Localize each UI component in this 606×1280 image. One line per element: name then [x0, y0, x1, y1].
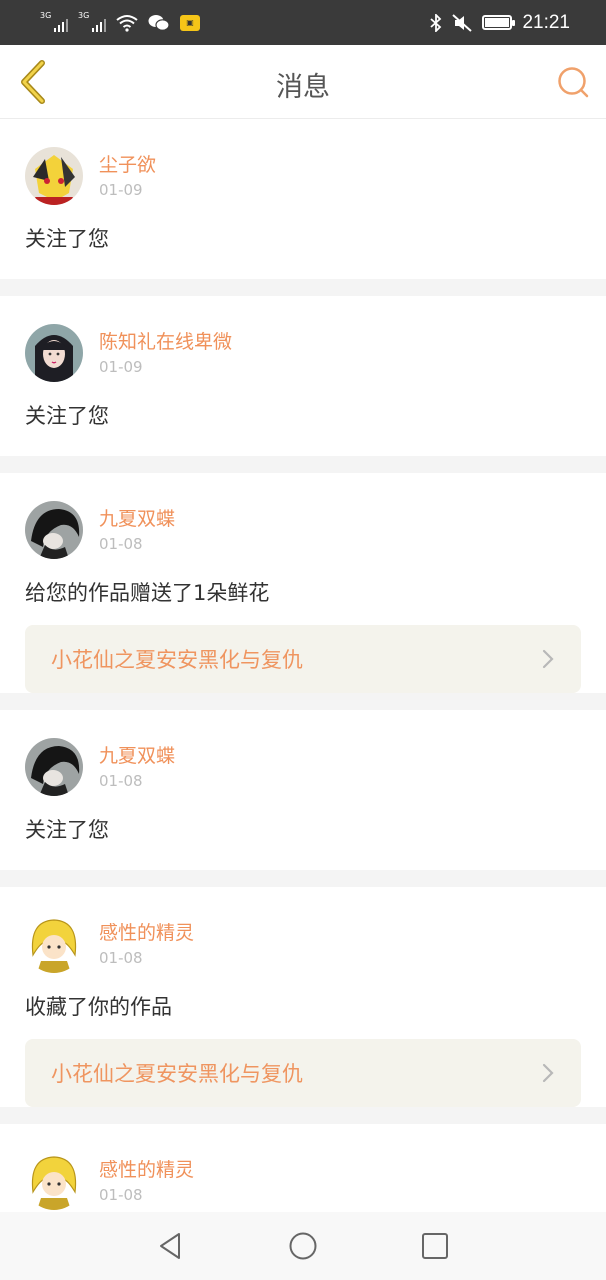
message-date: 01-08	[99, 1186, 143, 1204]
status-left: 3G 3G ▣	[40, 10, 200, 32]
username[interactable]: 感性的精灵	[99, 921, 194, 945]
app-header: 消息	[0, 45, 606, 119]
network-type-label: 3G	[40, 10, 52, 20]
dark-avatar-icon[interactable]	[25, 738, 83, 796]
home-circle-icon[interactable]	[283, 1226, 323, 1266]
system-nav-bar	[0, 1212, 606, 1280]
girl-avatar-icon[interactable]	[25, 324, 83, 382]
username[interactable]: 感性的精灵	[99, 1158, 194, 1182]
action-text: 关注了您	[25, 404, 109, 428]
username[interactable]: 九夏双蝶	[99, 507, 175, 531]
message-date: 01-08	[99, 535, 143, 553]
message-date: 01-08	[99, 772, 143, 790]
message-date: 01-09	[99, 181, 143, 199]
app-badge-icon: ▣	[180, 14, 200, 31]
anime-avatar-icon[interactable]	[25, 147, 83, 205]
search-button[interactable]	[556, 65, 590, 99]
status-time: 21:21	[522, 11, 570, 33]
action-text: 收藏了你的作品	[25, 995, 172, 1019]
username[interactable]: 陈知礼在线卑微	[99, 330, 232, 354]
action-text: 关注了您	[25, 227, 109, 251]
username[interactable]: 尘子欲	[99, 153, 156, 177]
blonde-avatar-icon[interactable]	[25, 915, 83, 973]
chevron-right-icon	[542, 649, 554, 669]
message-date: 01-08	[99, 949, 143, 967]
page-title: 消息	[276, 72, 330, 103]
status-bar: 3G 3G ▣ 21:21	[0, 0, 606, 45]
work-title: 小花仙之夏安安黑化与复仇	[51, 1062, 303, 1086]
back-triangle-icon[interactable]	[151, 1226, 191, 1266]
signal-icon: 3G	[40, 10, 68, 32]
message-card: 九夏双蝶 01-08 关注了您	[0, 710, 606, 870]
message-card: 尘子欲 01-09 关注了您	[0, 119, 606, 279]
message-card: 九夏双蝶 01-08 给您的作品赠送了1朵鲜花 小花仙之夏安安黑化与复仇	[0, 473, 606, 693]
dark-avatar-icon[interactable]	[25, 501, 83, 559]
signal-icon: 3G	[78, 10, 106, 32]
recents-square-icon[interactable]	[415, 1226, 455, 1266]
status-right: 21:21	[430, 12, 570, 34]
battery-icon	[482, 15, 516, 30]
mute-icon	[452, 13, 473, 32]
work-link[interactable]: 小花仙之夏安安黑化与复仇	[25, 1039, 581, 1107]
action-text: 关注了您	[25, 818, 109, 842]
message-feed[interactable]: 尘子欲 01-09 关注了您 陈知礼在线卑微 01-09 关注了您 九夏双蝶 0…	[0, 119, 606, 1212]
wechat-icon	[148, 14, 170, 31]
message-card: 感性的精灵 01-08 收藏了你的作品 小花仙之夏安安黑化与复仇	[0, 887, 606, 1107]
wifi-icon	[116, 14, 138, 32]
network-type-label: 3G	[78, 10, 90, 20]
message-card: 陈知礼在线卑微 01-09 关注了您	[0, 296, 606, 456]
work-title: 小花仙之夏安安黑化与复仇	[51, 648, 303, 672]
action-text: 给您的作品赠送了1朵鲜花	[25, 581, 270, 605]
username[interactable]: 九夏双蝶	[99, 744, 175, 768]
message-date: 01-09	[99, 358, 143, 376]
message-card: 感性的精灵 01-08	[0, 1124, 606, 1212]
blonde-avatar-icon[interactable]	[25, 1152, 83, 1210]
bluetooth-icon	[430, 13, 442, 32]
chevron-right-icon	[542, 1063, 554, 1083]
work-link[interactable]: 小花仙之夏安安黑化与复仇	[25, 625, 581, 693]
